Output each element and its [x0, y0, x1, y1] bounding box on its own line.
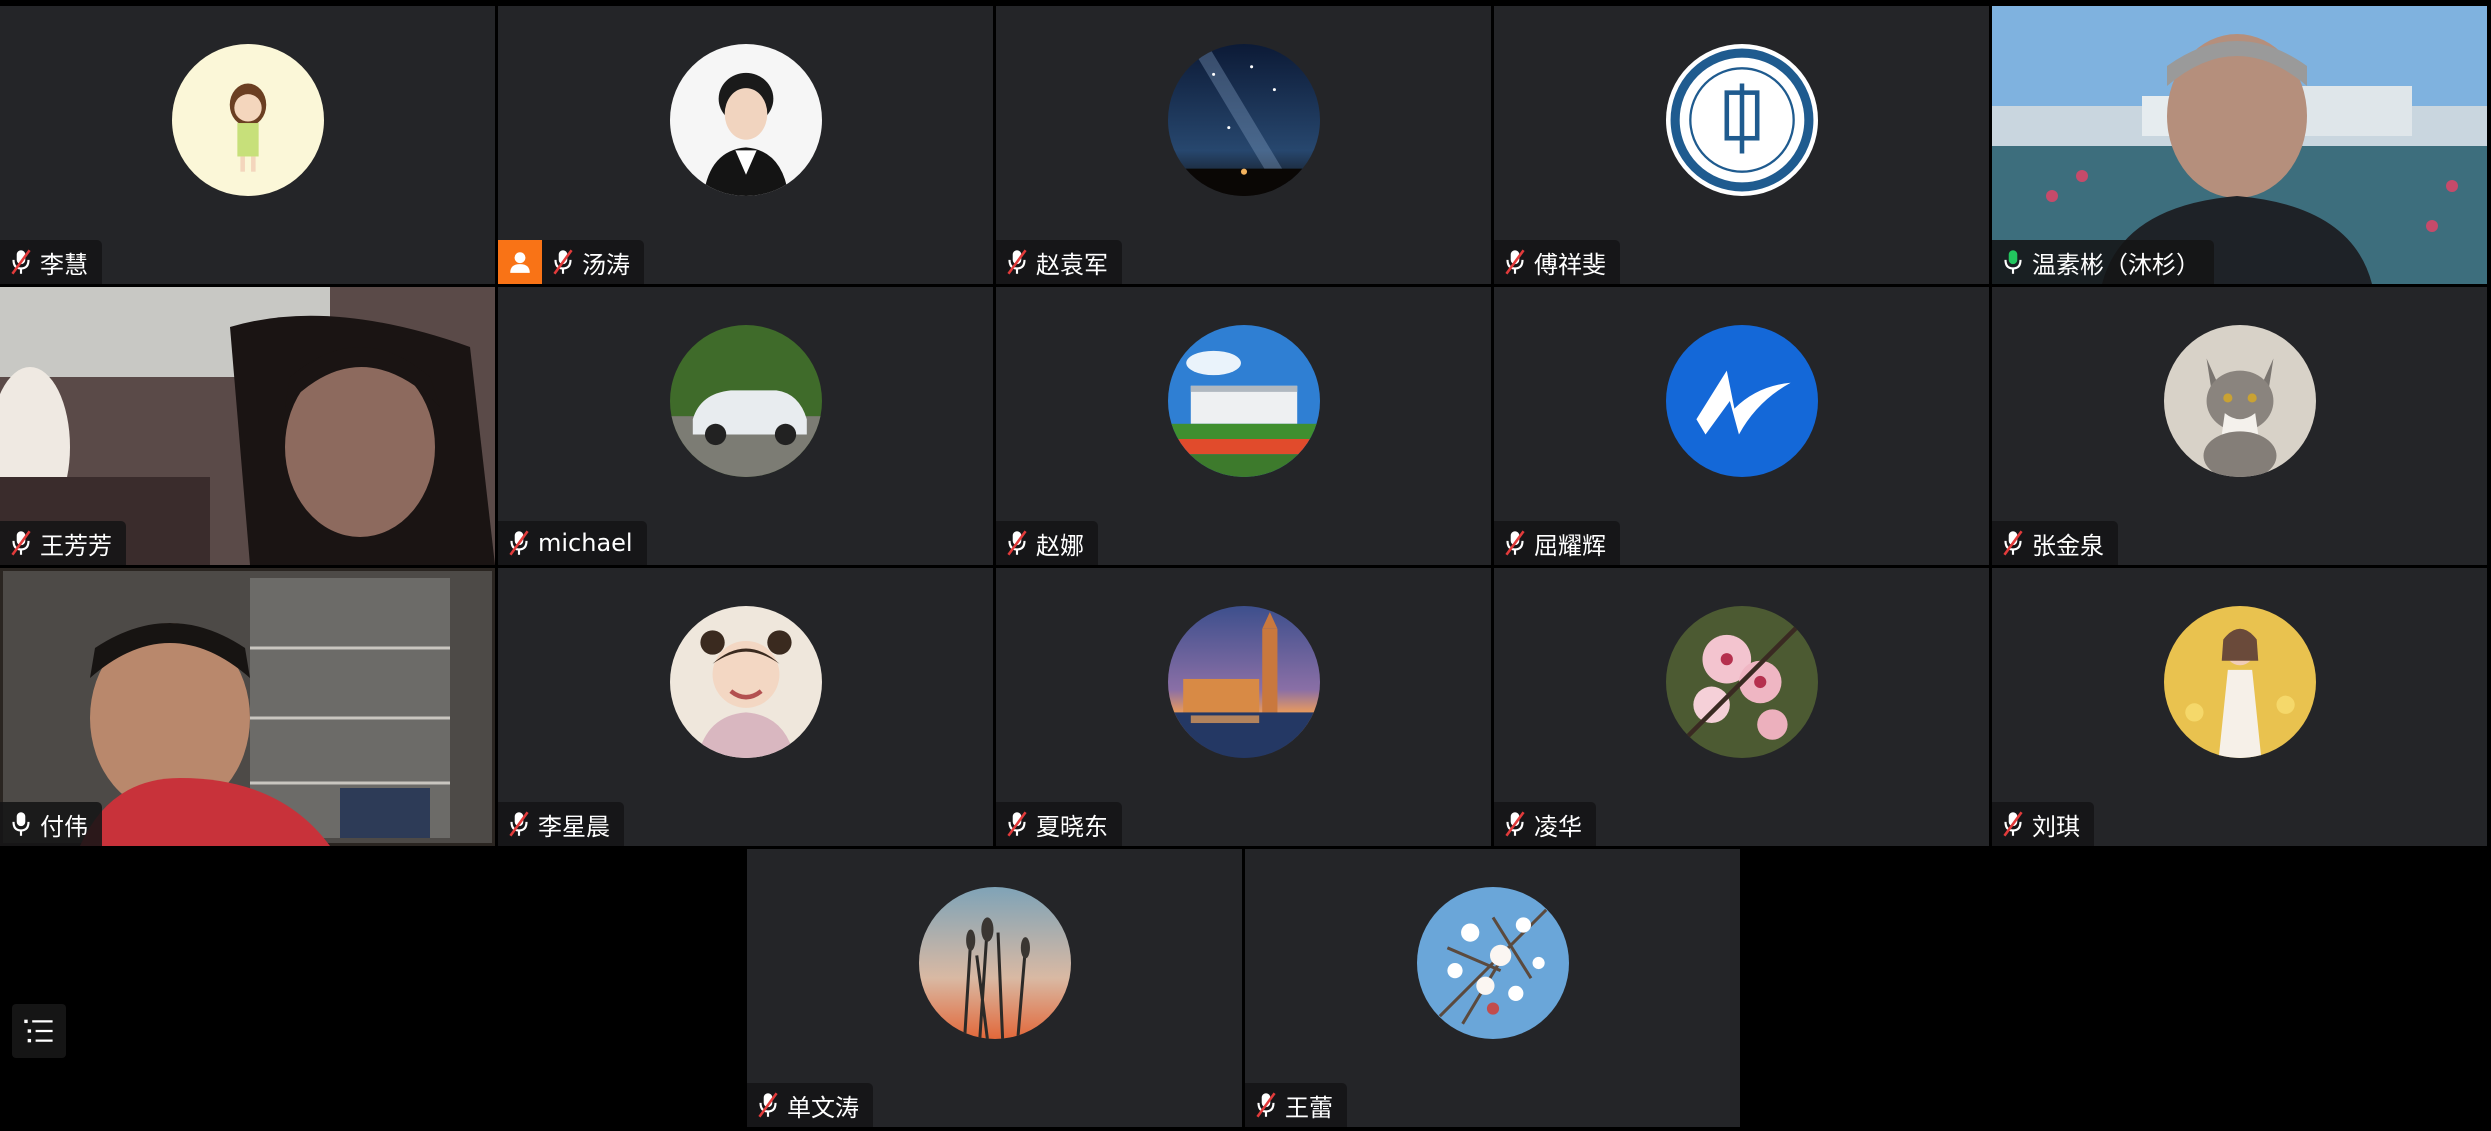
nameplate: 赵娜 [996, 521, 1098, 565]
participant-name: 张金泉 [2032, 531, 2104, 560]
participant-name: 刘琪 [2032, 812, 2080, 841]
participant-name: 赵娜 [1036, 531, 1084, 560]
participant-name: 傅祥斐 [1534, 250, 1606, 279]
nameplate: 刘琪 [1992, 802, 2094, 846]
participant-name: 赵袁军 [1036, 250, 1108, 279]
participant-name: 单文涛 [787, 1093, 859, 1122]
avatar [1167, 44, 1320, 196]
microphone-muted-icon [506, 809, 532, 839]
nameplate: 付伟 [0, 802, 102, 846]
participant-name: 凌华 [1534, 812, 1582, 841]
participant-tile-liu-qi[interactable]: 刘琪 [1992, 568, 2487, 846]
nameplate: 张金泉 [1992, 521, 2118, 565]
microphone-muted-icon [1502, 528, 1528, 558]
avatar [1416, 887, 1569, 1039]
participant-tile-michael[interactable]: michael [498, 287, 993, 565]
participant-tile-wen-subin[interactable]: 温素彬（沐杉） [1992, 6, 2487, 284]
microphone-muted-icon [1502, 809, 1528, 839]
avatar [1665, 325, 1818, 477]
nameplate: 王蕾 [1245, 1083, 1347, 1127]
list-menu-icon[interactable] [12, 1004, 66, 1058]
avatar [669, 606, 822, 758]
avatar [1167, 606, 1320, 758]
microphone-muted-icon [550, 247, 576, 277]
participant-name: 付伟 [40, 812, 88, 841]
participant-tile-qu-yaohui[interactable]: 屈耀辉 [1494, 287, 1989, 565]
participant-tile-ling-hua[interactable]: 凌华 [1494, 568, 1989, 846]
nameplate: 汤涛 [498, 240, 644, 284]
nameplate: 温素彬（沐杉） [1992, 240, 2214, 284]
participant-tile-wang-fangfang[interactable]: 王芳芳 [0, 287, 495, 565]
participant-tile-shan-wentao[interactable]: 单文涛 [747, 849, 1242, 1127]
microphone-muted-icon [1004, 247, 1030, 277]
host-person-icon [498, 240, 542, 284]
participant-name: 屈耀辉 [1534, 531, 1606, 560]
microphone-muted-icon [755, 1090, 781, 1120]
avatar [2163, 325, 2316, 477]
microphone-muted-icon [1502, 247, 1528, 277]
participant-name: 王芳芳 [40, 531, 112, 560]
participant-name: 李星晨 [538, 812, 610, 841]
participant-tile-wang-lei[interactable]: 王蕾 [1245, 849, 1740, 1127]
participant-name: 汤涛 [582, 250, 630, 279]
microphone-muted-icon [2000, 528, 2026, 558]
participant-name: michael [538, 529, 633, 557]
avatar [1665, 44, 1818, 196]
participant-tile-zhao-na[interactable]: 赵娜 [996, 287, 1491, 565]
nameplate: 凌华 [1494, 802, 1596, 846]
nameplate: 单文涛 [747, 1083, 873, 1127]
participant-tile-li-xingchen[interactable]: 李星晨 [498, 568, 993, 846]
avatar [918, 887, 1071, 1039]
nameplate: 李星晨 [498, 802, 624, 846]
avatar [1167, 325, 1320, 477]
participant-tile-zhao-yuanjun[interactable]: 赵袁军 [996, 6, 1491, 284]
avatar [669, 325, 822, 477]
nameplate: 王芳芳 [0, 521, 126, 565]
nameplate: michael [498, 521, 647, 565]
participant-tile-fu-xiangfei[interactable]: 傅祥斐 [1494, 6, 1989, 284]
microphone-muted-icon [506, 528, 532, 558]
participant-name: 温素彬（沐杉） [2032, 250, 2200, 279]
nameplate: 李慧 [0, 240, 102, 284]
participant-tile-li-hui[interactable]: 李慧 [0, 6, 495, 284]
participant-name: 李慧 [40, 250, 88, 279]
microphone-icon [8, 809, 34, 839]
microphone-muted-icon [8, 528, 34, 558]
avatar [171, 44, 324, 196]
avatar [2163, 606, 2316, 758]
nameplate: 夏晓东 [996, 802, 1122, 846]
microphone-muted-icon [1004, 809, 1030, 839]
avatar [1665, 606, 1818, 758]
microphone-muted-icon [1253, 1090, 1279, 1120]
participant-tile-xia-xiaodong[interactable]: 夏晓东 [996, 568, 1491, 846]
participant-tile-tang-tao[interactable]: 汤涛 [498, 6, 993, 284]
participant-tile-fu-wei[interactable]: 付伟 [0, 568, 495, 846]
participant-tile-zhang-jinquan[interactable]: 张金泉 [1992, 287, 2487, 565]
microphone-muted-icon [1004, 528, 1030, 558]
avatar [669, 44, 822, 196]
participant-name: 夏晓东 [1036, 812, 1108, 841]
microphone-icon [2000, 247, 2026, 277]
participant-name: 王蕾 [1285, 1093, 1333, 1122]
nameplate: 赵袁军 [996, 240, 1122, 284]
nameplate: 屈耀辉 [1494, 521, 1620, 565]
microphone-muted-icon [2000, 809, 2026, 839]
nameplate: 傅祥斐 [1494, 240, 1620, 284]
microphone-muted-icon [8, 247, 34, 277]
